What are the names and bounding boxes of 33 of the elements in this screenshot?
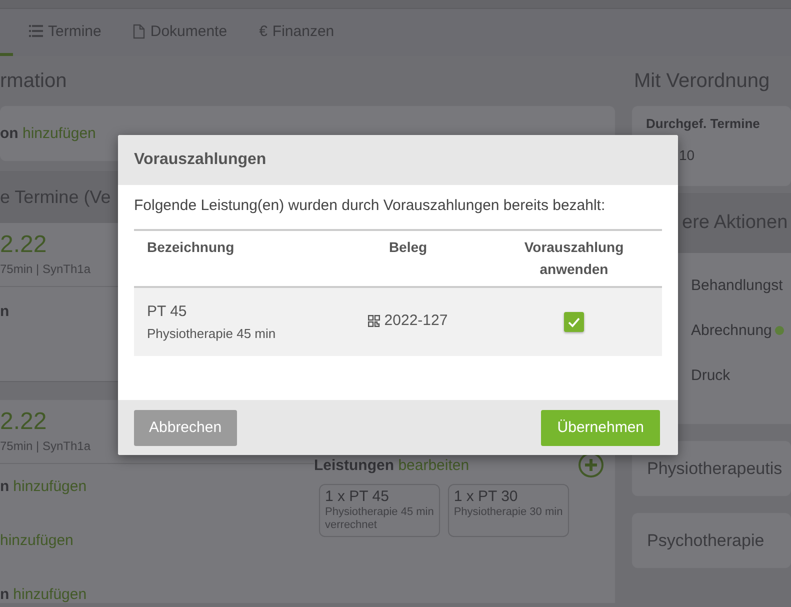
add-line: n — [0, 303, 10, 320]
appointment-date: 2.22 — [0, 231, 47, 259]
column-header: Vorauszahlung anwenden — [523, 238, 625, 279]
info-line: on hinzufügen — [0, 125, 96, 142]
checkmark-icon — [567, 315, 581, 329]
add-line: hinzufügen — [0, 532, 74, 549]
dialog-title: Vorauszahlungen — [134, 151, 266, 169]
receipt-number[interactable]: 2022-127 — [384, 312, 448, 330]
action-link[interactable]: Druck — [691, 367, 730, 384]
list-icon — [29, 25, 43, 37]
column-header: Beleg — [388, 238, 428, 257]
dialog-message: Folgende Leistung(en) wurden durch Vorauszahlungen bereits bezahlt: — [134, 197, 606, 214]
appointment-date: 2.22 — [0, 408, 47, 436]
document-icon — [133, 24, 146, 38]
apply-checkbox[interactable] — [564, 312, 584, 332]
service-description: Physiotherapie 45 min — [147, 326, 277, 341]
category-card[interactable]: Psychotherapie — [632, 513, 791, 568]
action-link[interactable]: Behandlungst — [691, 277, 783, 294]
category-title: Psychotherapie — [647, 530, 764, 550]
category-card[interactable]: Physiotherapeutis — [632, 441, 791, 496]
column-header: Bezeichnung — [147, 238, 234, 257]
services-heading: Leistungen bearbeiten — [314, 456, 470, 474]
action-link[interactable]: Abrechnung — [691, 322, 772, 339]
stat-label: Durchgef. Termine — [646, 116, 761, 131]
add-line: n hinzufügen — [0, 478, 87, 495]
service-code: PT 45 — [147, 303, 188, 320]
stat-value: 10 — [679, 147, 696, 163]
category-title: Physiotherapeutis — [647, 458, 782, 478]
apply-button[interactable]: Übernehmen — [541, 410, 660, 446]
qr-code-icon — [368, 314, 380, 327]
plus-circle-icon[interactable] — [578, 452, 604, 478]
add-line: n hinzufügen — [0, 586, 87, 603]
cancel-button[interactable]: Abbrechen — [134, 410, 237, 446]
